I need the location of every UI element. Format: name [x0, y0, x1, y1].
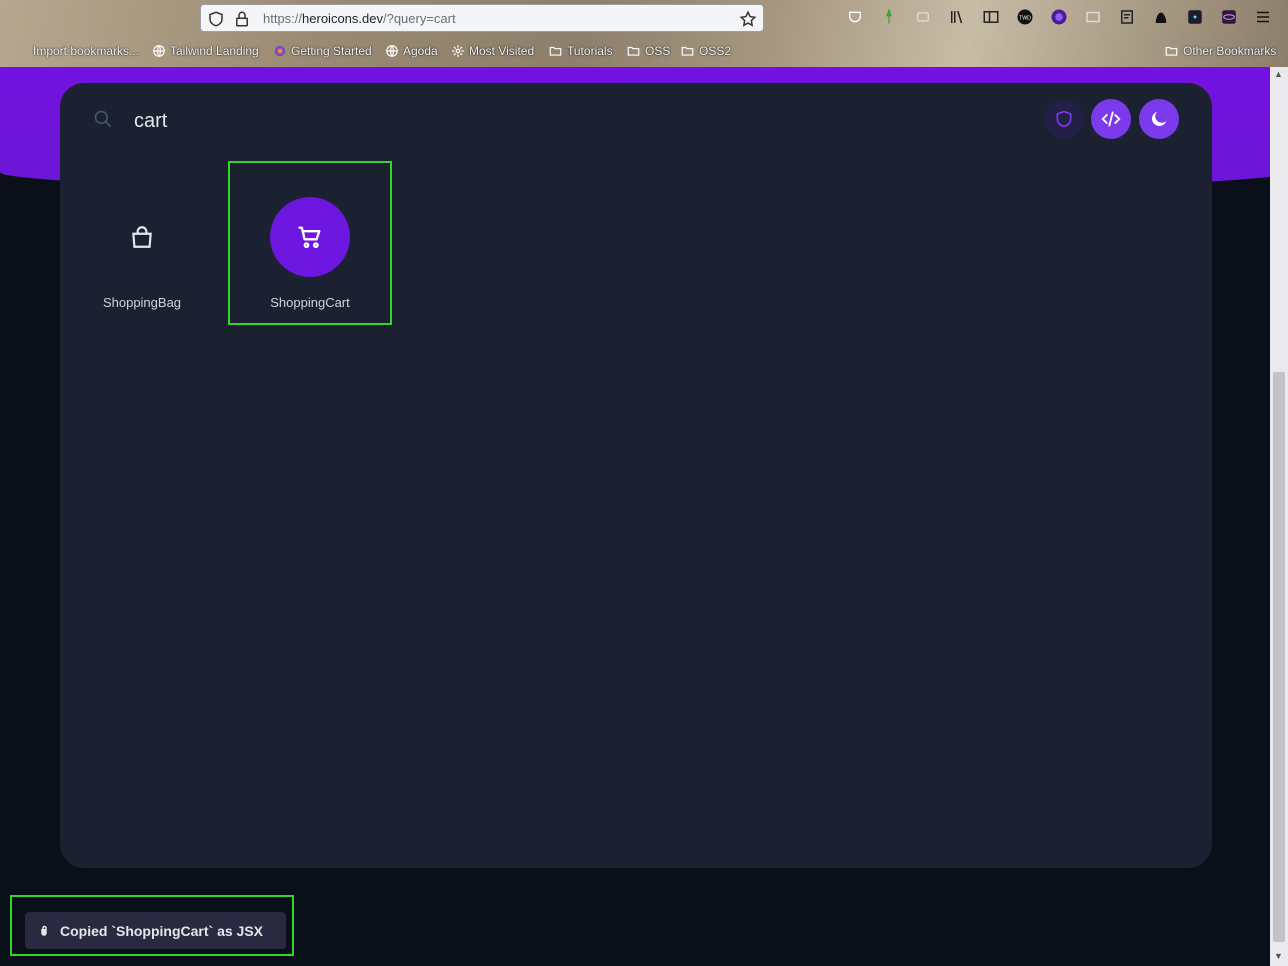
moon-icon [1151, 111, 1167, 127]
bookmark-getting-started[interactable]: Getting Started [273, 44, 372, 58]
icon-label: ShoppingCart [270, 295, 350, 310]
folder-icon [627, 46, 640, 56]
menu-icon[interactable] [1252, 6, 1274, 28]
bookmark-import[interactable]: Import bookmarks... [33, 44, 139, 58]
folder-icon [681, 46, 694, 56]
browser-toolbar: https://heroicons.dev/?query=cart TWD Im… [0, 0, 1288, 67]
react-devtools-icon[interactable] [1184, 6, 1206, 28]
bookmark-other-bookmarks[interactable]: Other Bookmarks [1164, 44, 1276, 58]
shield-icon[interactable] [207, 10, 225, 28]
icon-preview [102, 197, 182, 277]
bookmark-agoda[interactable]: Agoda [385, 44, 438, 58]
purple-extension-icon[interactable] [1048, 6, 1070, 28]
scroll-down-icon[interactable]: ▼ [1274, 951, 1283, 961]
address-bar[interactable]: https://heroicons.dev/?query=cart [200, 4, 764, 32]
bookmark-most-visited[interactable]: Most Visited [451, 44, 534, 58]
bookmark-tutorials[interactable]: Tutorials [548, 44, 613, 58]
shopping-cart-icon [298, 226, 321, 249]
sidebar-icon[interactable] [980, 6, 1002, 28]
extension-leaf-icon[interactable] [878, 6, 900, 28]
pocket-icon[interactable] [844, 6, 866, 28]
icon-tile-shopping-cart[interactable]: ShoppingCart [228, 161, 392, 325]
twd-extension-icon[interactable]: TWD [1014, 6, 1036, 28]
globe-icon [386, 45, 398, 57]
url-text[interactable]: https://heroicons.dev/?query=cart [263, 11, 456, 26]
globe-icon [153, 45, 165, 57]
page-scrollbar[interactable]: ▲ ▼ [1270, 67, 1288, 966]
folder-icon [1165, 46, 1178, 56]
folder-icon [549, 46, 562, 56]
lock-icon[interactable] [233, 10, 251, 28]
bookmark-tailwind-landing[interactable]: Tailwind Landing [152, 44, 259, 58]
firefox-icon [274, 45, 286, 57]
privacy-button[interactable] [1044, 99, 1084, 139]
toolbar-icons: TWD [844, 6, 1274, 28]
toast-message: Copied `ShoppingCart` as JSX [60, 922, 264, 939]
cat-extension-icon[interactable] [1150, 6, 1172, 28]
paperclip-icon [41, 925, 47, 936]
code-icon [1101, 111, 1121, 127]
scroll-thumb[interactable] [1273, 372, 1285, 942]
gear-icon [452, 45, 464, 57]
svg-text:TWD: TWD [1019, 15, 1031, 21]
notes-icon[interactable] [1116, 6, 1138, 28]
search-icon [93, 109, 113, 134]
extension-gray-icon[interactable] [912, 6, 934, 28]
star-icon[interactable] [739, 10, 757, 28]
shopping-bag-icon [132, 226, 152, 248]
dark-mode-button[interactable] [1139, 99, 1179, 139]
icon-tile-shopping-bag[interactable]: ShoppingBag [60, 161, 224, 325]
search-input[interactable] [132, 105, 836, 137]
library-icon[interactable] [946, 6, 968, 28]
bookmark-oss[interactable]: OSS [626, 44, 670, 58]
bookmark-oss2[interactable]: OSS2 [680, 44, 731, 58]
copied-toast: Copied `ShoppingCart` as JSX [25, 912, 286, 949]
icon-preview-selected [270, 197, 350, 277]
icon-label: ShoppingBag [102, 295, 182, 310]
scroll-up-icon[interactable]: ▲ [1274, 69, 1283, 79]
atom-extension-icon[interactable] [1218, 6, 1240, 28]
icon-panel: ShoppingBag ShoppingCart [60, 83, 1212, 868]
shield-icon [1056, 110, 1072, 128]
screenshot-icon[interactable] [1082, 6, 1104, 28]
bookmarks-bar: Import bookmarks... Tailwind Landing Get… [0, 44, 1288, 62]
jsx-mode-button[interactable] [1091, 99, 1131, 139]
